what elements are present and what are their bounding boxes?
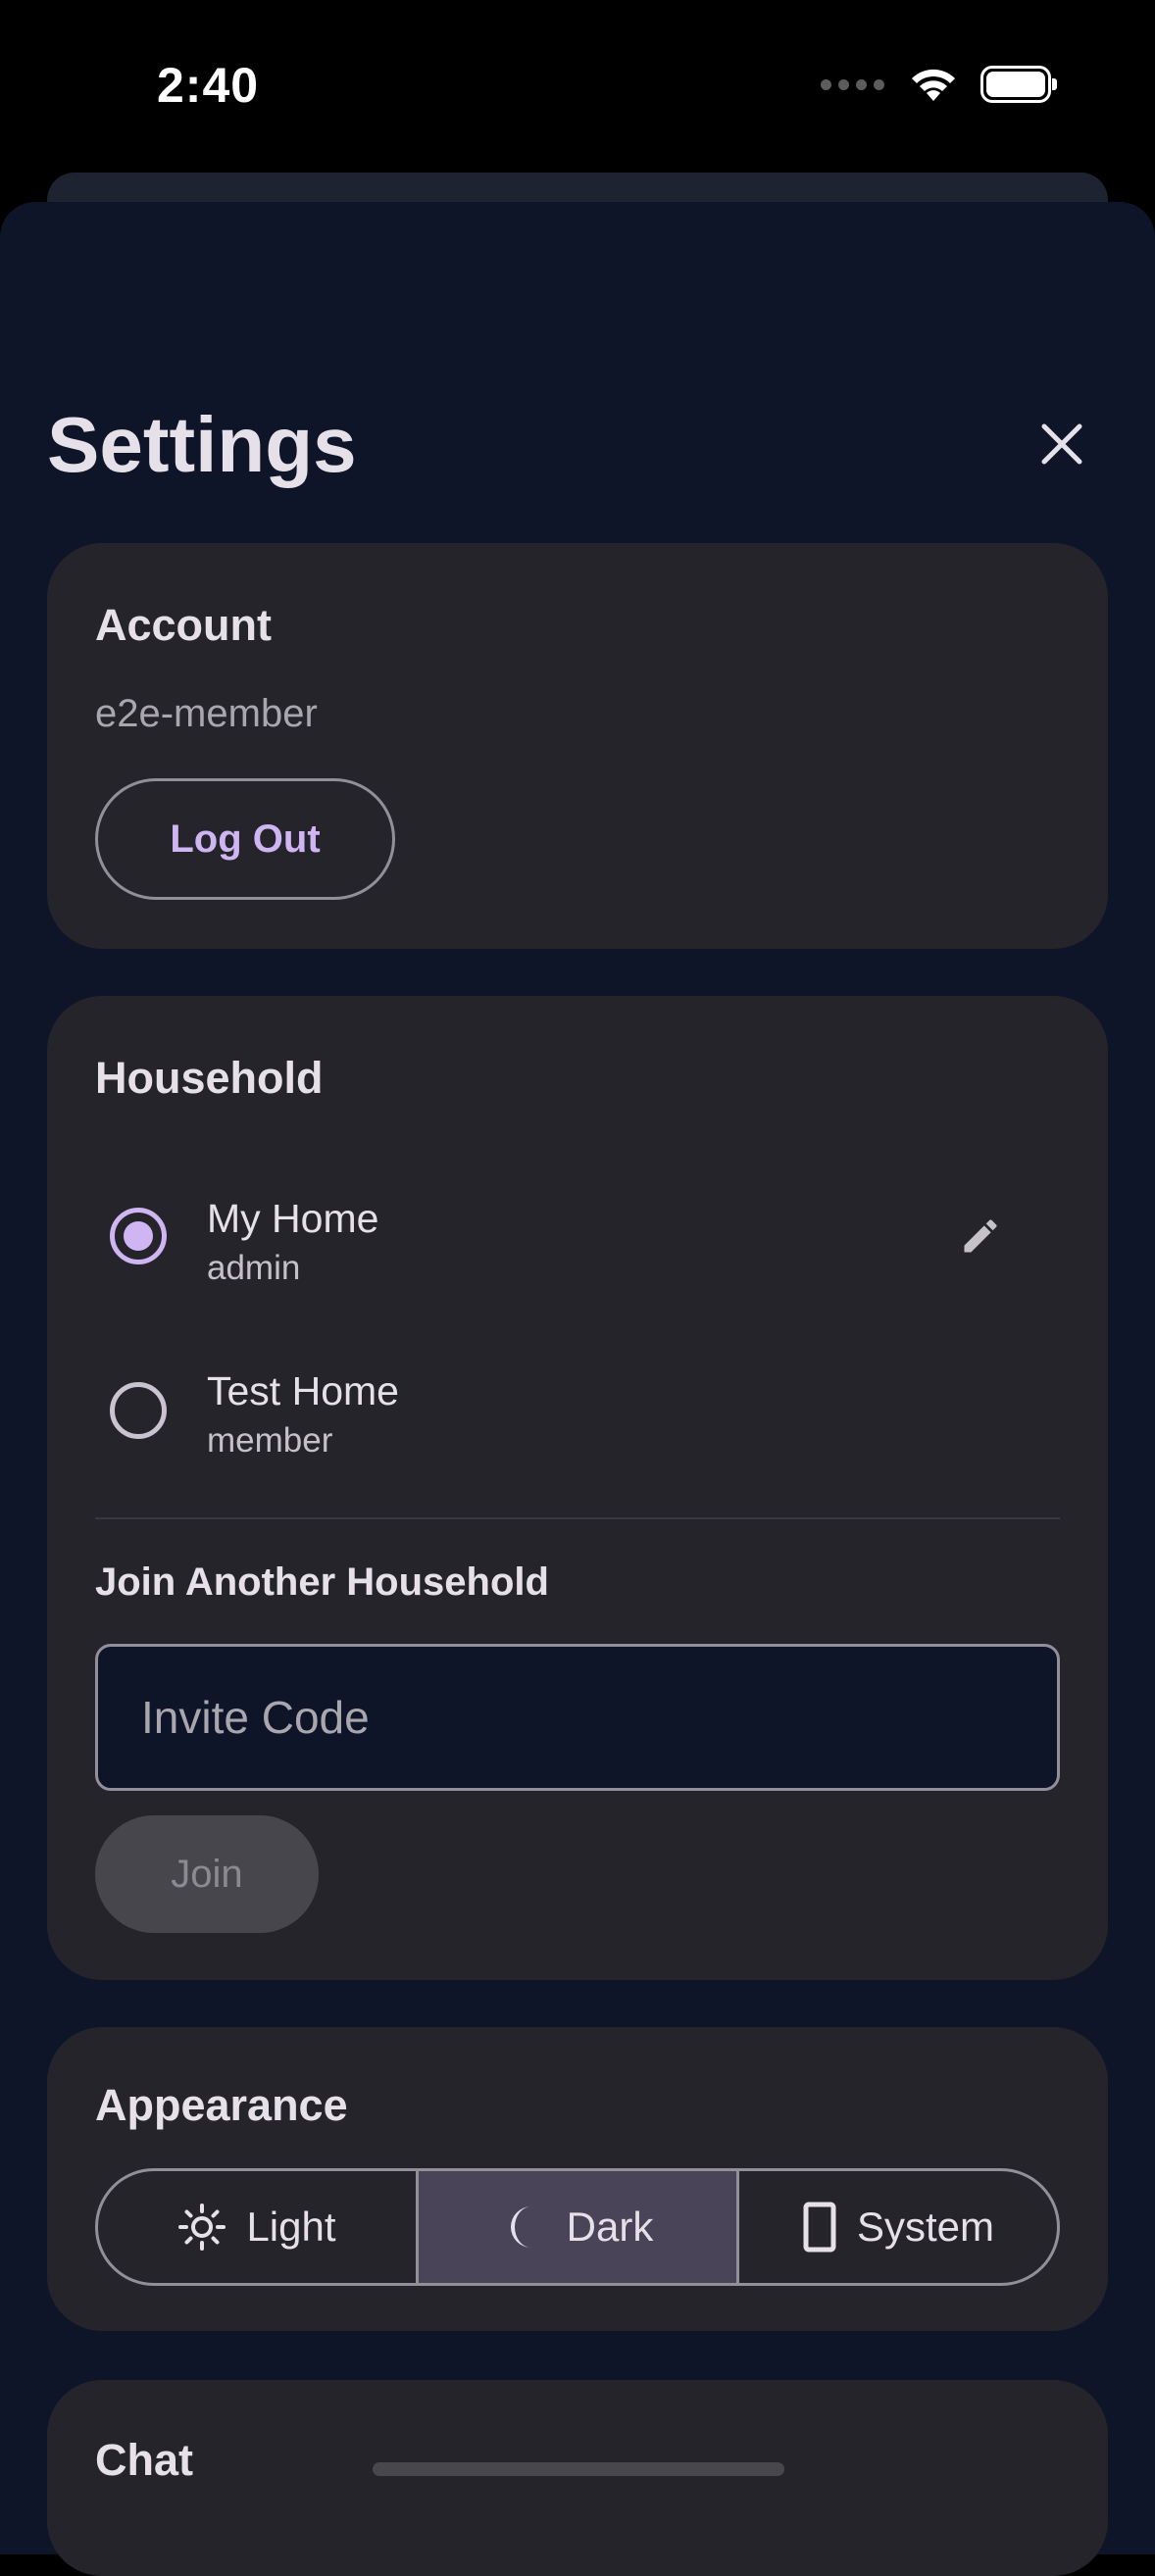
logout-button[interactable]: Log Out: [95, 778, 395, 900]
account-section-title: Account: [95, 600, 272, 650]
moon-icon: [510, 2206, 531, 2248]
wifi-icon: [908, 65, 959, 104]
home-indicator[interactable]: [373, 2462, 784, 2476]
chat-card: Chat: [47, 2380, 1108, 2576]
theme-option-label: Dark: [566, 2204, 654, 2250]
status-icons: [821, 65, 1057, 104]
sun-icon: [178, 2204, 226, 2251]
household-role: member: [207, 1421, 333, 1460]
household-item-my-home[interactable]: My Home admin: [47, 1163, 1108, 1310]
edit-household-button[interactable]: [951, 1207, 1010, 1265]
theme-option-label: Light: [246, 2204, 336, 2250]
theme-option-label: System: [856, 2204, 995, 2250]
appearance-card: Appearance Light Dark System: [47, 2027, 1108, 2331]
pencil-icon: [964, 1219, 997, 1253]
account-card: Account e2e-member Log Out: [47, 543, 1108, 949]
chat-section-title: Chat: [95, 2435, 193, 2485]
battery-icon: [980, 66, 1057, 103]
theme-option-dark[interactable]: Dark: [416, 2171, 736, 2283]
theme-option-system[interactable]: System: [736, 2171, 1057, 2283]
theme-segmented-control: Light Dark System: [95, 2168, 1060, 2286]
household-card: Household My Home admin Test Home member…: [47, 996, 1108, 1980]
appearance-section-title: Appearance: [95, 2080, 348, 2130]
close-button[interactable]: [1028, 410, 1096, 478]
join-household-title: Join Another Household: [95, 1560, 549, 1604]
invite-code-input[interactable]: [95, 1644, 1060, 1791]
account-username: e2e-member: [95, 692, 318, 735]
household-name: My Home: [207, 1196, 379, 1241]
cellular-signal-icon: [821, 78, 884, 90]
household-role: admin: [207, 1249, 301, 1287]
household-radio[interactable]: [110, 1382, 167, 1439]
close-icon: [1041, 423, 1082, 465]
household-item-test-home[interactable]: Test Home member: [47, 1337, 1108, 1484]
page-title: Settings: [47, 401, 357, 488]
phone-icon: [803, 2202, 836, 2253]
join-button: Join: [95, 1815, 319, 1933]
status-time: 2:40: [157, 58, 260, 113]
status-bar: 2:40: [0, 0, 1155, 172]
theme-option-light[interactable]: Light: [98, 2171, 416, 2283]
household-section-title: Household: [95, 1053, 324, 1103]
household-radio-selected[interactable]: [110, 1208, 167, 1264]
household-name: Test Home: [207, 1368, 399, 1413]
divider: [95, 1517, 1060, 1519]
